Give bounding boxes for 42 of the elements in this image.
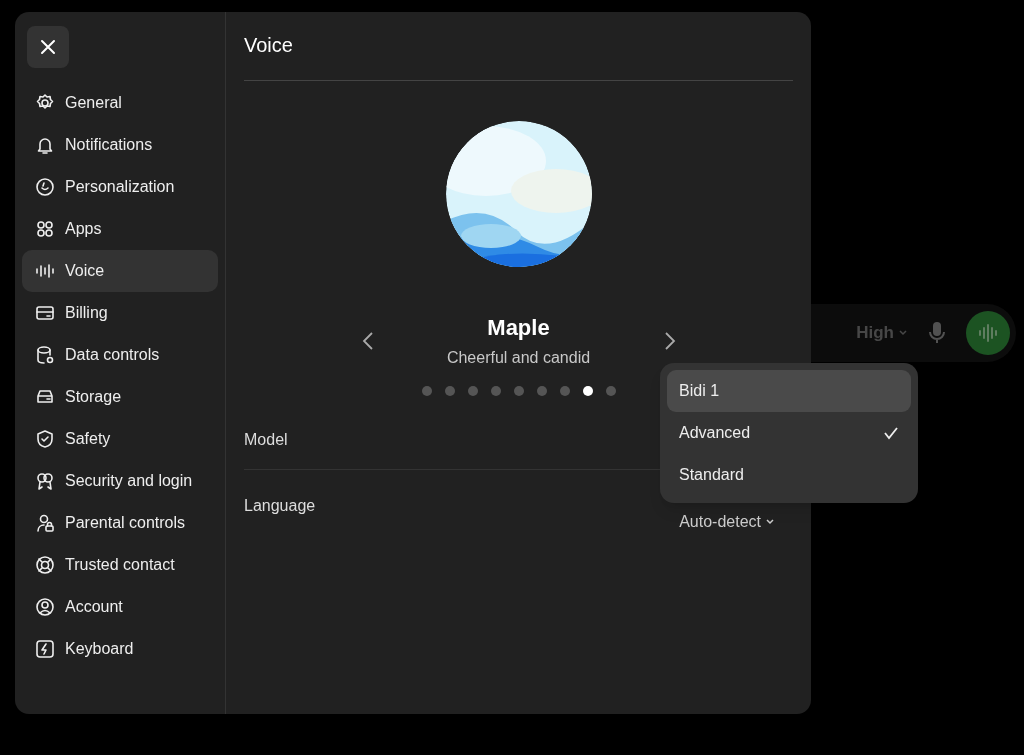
- sidebar-item[interactable]: Safety: [22, 418, 218, 460]
- person-lock-icon: [35, 513, 55, 533]
- card-icon: [35, 303, 55, 323]
- shield-icon: [35, 429, 55, 449]
- bolt-icon: [35, 639, 55, 659]
- sidebar-item[interactable]: Trusted contact: [22, 544, 218, 586]
- menu-option[interactable]: Bidi 1: [667, 370, 911, 412]
- chevron-down-icon: [765, 517, 775, 527]
- sidebar-item[interactable]: Account: [22, 586, 218, 628]
- menu-option[interactable]: Standard: [667, 454, 911, 496]
- menu-option[interactable]: Advanced: [667, 412, 911, 454]
- voice-description: Cheerful and candid: [446, 348, 591, 368]
- voice-name: Maple: [487, 314, 550, 342]
- close-button[interactable]: [27, 26, 69, 68]
- sidebar-item[interactable]: Apps: [22, 208, 218, 250]
- sidebar-item[interactable]: Voice: [22, 250, 218, 292]
- setting-label: Model: [244, 429, 288, 450]
- bell-icon: [35, 135, 55, 155]
- voice-button[interactable]: [966, 311, 1010, 355]
- key-icon: [35, 471, 55, 491]
- sidebar-item[interactable]: Keyboard: [22, 628, 218, 670]
- dialog-title: Voice: [244, 12, 793, 81]
- database-icon: [35, 345, 55, 365]
- sidebar-item[interactable]: Storage: [22, 376, 218, 418]
- waveform-icon: [978, 324, 998, 342]
- apps-icon: [35, 219, 55, 239]
- sidebar-item[interactable]: Personalization: [22, 166, 218, 208]
- sidebar-item[interactable]: Data controls: [22, 334, 218, 376]
- sidebar-item[interactable]: Billing: [22, 292, 218, 334]
- lifebuoy-icon: [35, 555, 55, 575]
- language-dropdown[interactable]: Auto-detect: [679, 510, 775, 534]
- setting-label: Language: [244, 496, 316, 516]
- smile-icon: [35, 177, 55, 197]
- sidebar-item[interactable]: Parental controls: [22, 502, 218, 544]
- microphone-icon[interactable]: [928, 321, 946, 345]
- waveform-icon: [35, 261, 55, 281]
- sidebar-item[interactable]: Notifications: [22, 124, 218, 166]
- close-icon: [40, 39, 56, 55]
- chevron-down-icon: [898, 328, 908, 338]
- account-icon: [35, 597, 55, 617]
- sidebar-item[interactable]: Security and login: [22, 460, 218, 502]
- sidebar-item[interactable]: General: [22, 82, 218, 124]
